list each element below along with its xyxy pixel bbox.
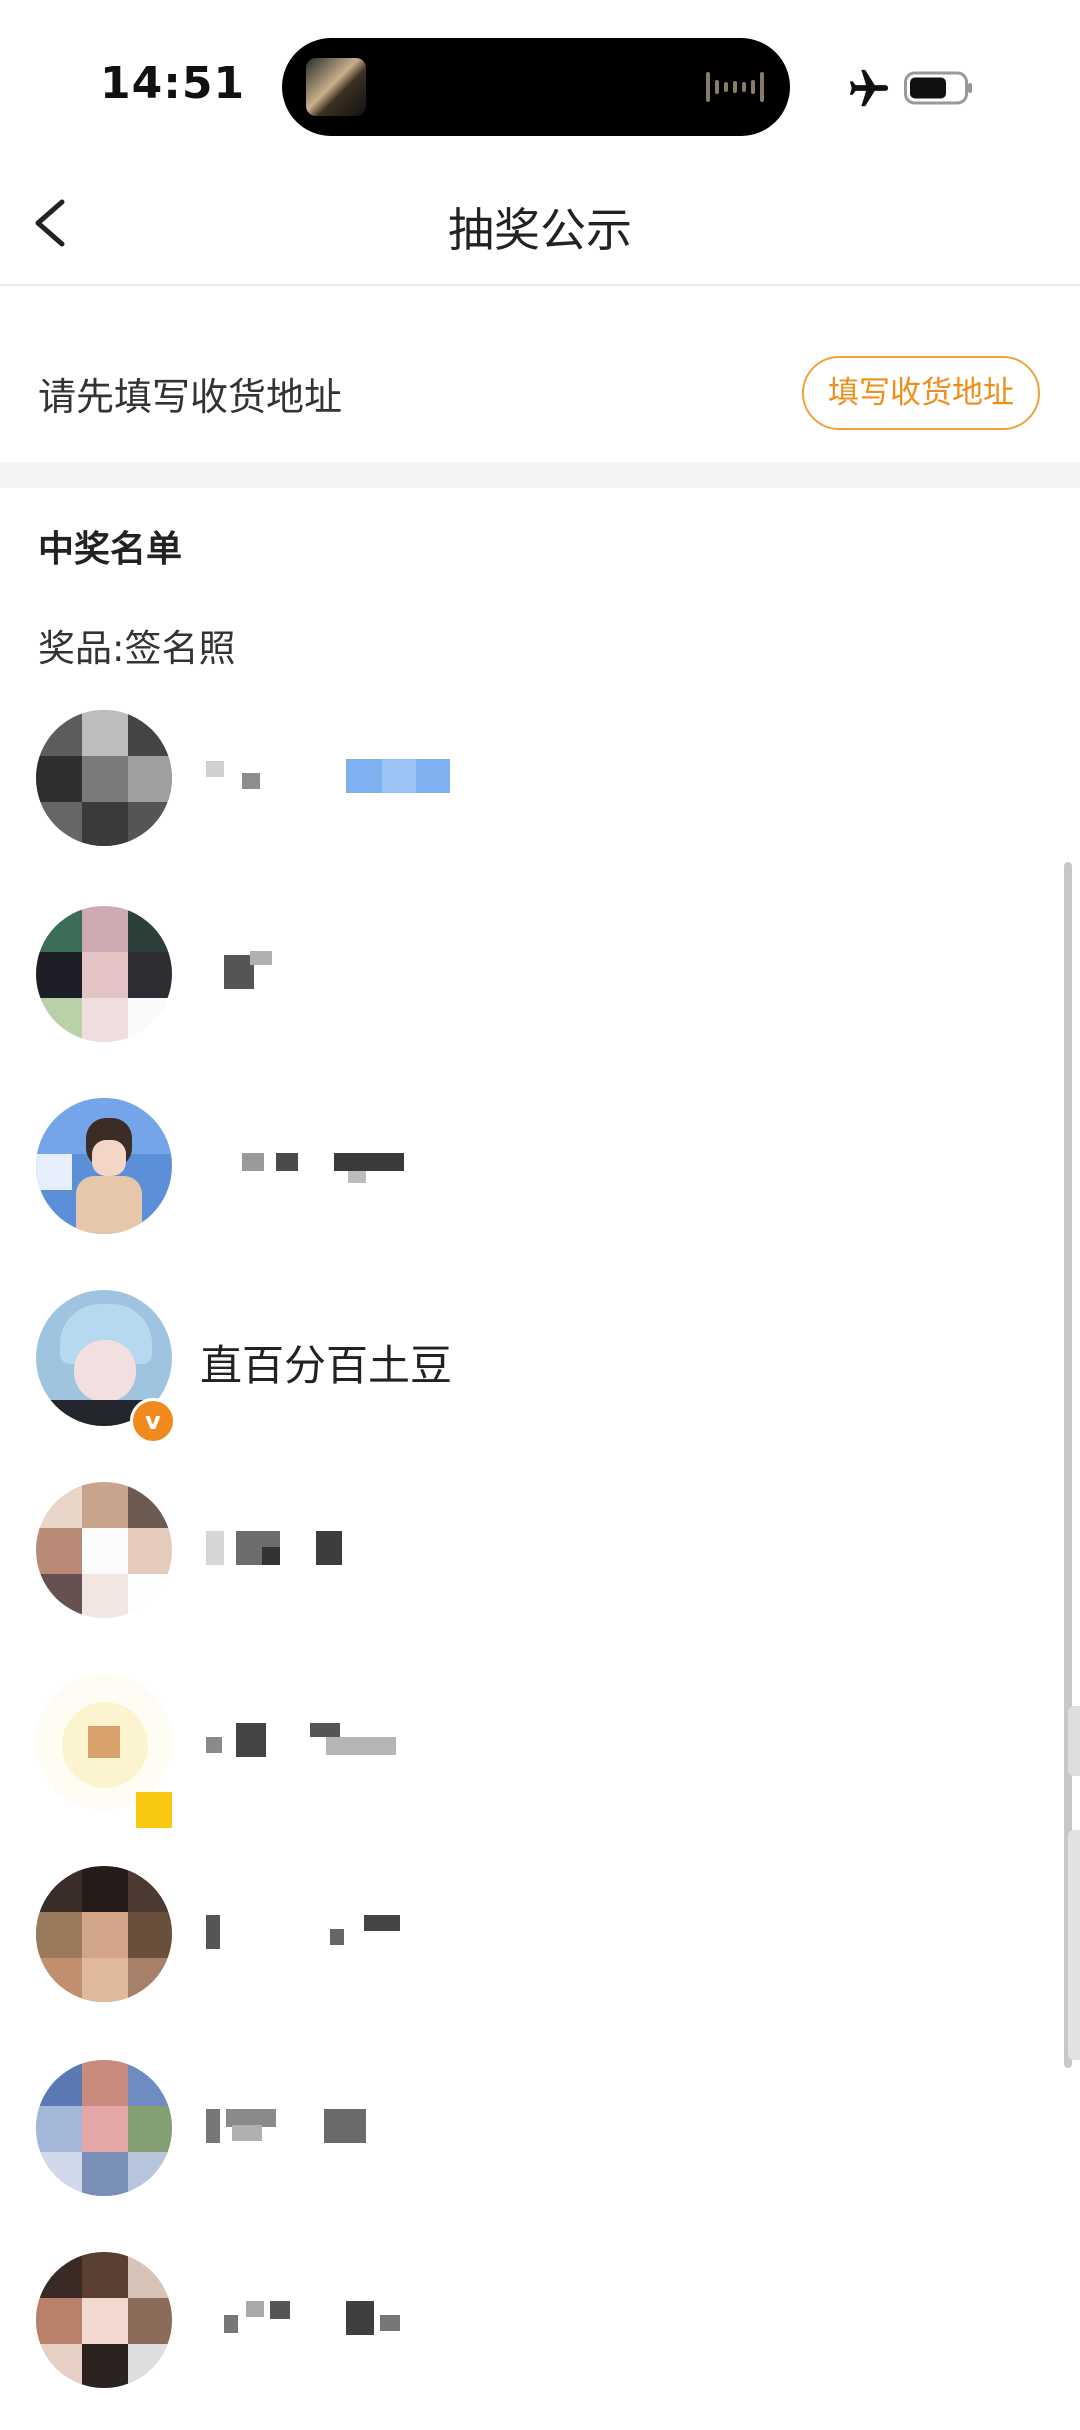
address-prompt: 请先填写收货地址 填写收货地址 bbox=[0, 286, 1080, 462]
status-time: 14:51 bbox=[100, 58, 246, 109]
navigation-bar: 抽奖公示 bbox=[0, 160, 1080, 286]
winner-row[interactable] bbox=[0, 2242, 1080, 2430]
address-tip-text: 请先填写收货地址 bbox=[38, 375, 343, 419]
obscured-username bbox=[206, 755, 566, 795]
avatar[interactable] bbox=[36, 1098, 172, 1234]
winner-row[interactable] bbox=[0, 1472, 1080, 1660]
member-badge bbox=[136, 1792, 172, 1828]
fill-address-button[interactable]: 填写收货地址 bbox=[802, 356, 1040, 430]
winner-row[interactable] bbox=[0, 2050, 1080, 2238]
obscured-username bbox=[206, 1143, 566, 1183]
avatar[interactable] bbox=[36, 2060, 172, 2196]
verified-badge: v bbox=[130, 1398, 176, 1444]
airplane-icon bbox=[849, 69, 889, 107]
obscured-username bbox=[206, 2105, 566, 2145]
winner-row[interactable] bbox=[0, 1664, 1080, 1852]
winner-list-heading: 中奖名单 bbox=[38, 529, 183, 570]
avatar[interactable] bbox=[36, 1674, 172, 1810]
dynamic-island[interactable] bbox=[282, 38, 790, 136]
winner-row[interactable] bbox=[0, 1088, 1080, 1276]
edge-handle bbox=[1068, 1830, 1080, 2060]
winner-row[interactable]: v 直百分百土豆 bbox=[0, 1280, 1080, 1468]
avatar[interactable] bbox=[36, 906, 172, 1042]
section-divider bbox=[0, 462, 1080, 488]
now-playing-artwork bbox=[306, 58, 366, 116]
avatar[interactable] bbox=[36, 710, 172, 846]
obscured-username bbox=[206, 1719, 566, 1759]
avatar[interactable] bbox=[36, 1482, 172, 1618]
audio-waveform-icon bbox=[706, 68, 764, 106]
avatar[interactable] bbox=[36, 2252, 172, 2388]
winner-row[interactable] bbox=[0, 700, 1080, 888]
obscured-username bbox=[206, 951, 566, 991]
obscured-username bbox=[206, 1911, 566, 1951]
prize-label: 奖品:签名照 bbox=[38, 627, 236, 670]
page-title: 抽奖公示 bbox=[448, 203, 632, 257]
status-bar: 14:51 bbox=[0, 0, 1080, 160]
winner-row[interactable] bbox=[0, 896, 1080, 1084]
edge-handle bbox=[1068, 1706, 1080, 1776]
winner-row[interactable] bbox=[0, 1856, 1080, 2044]
obscured-username bbox=[206, 2297, 566, 2337]
obscured-username bbox=[206, 1527, 566, 1567]
battery-icon bbox=[904, 71, 972, 105]
winner-username: 直百分百土豆 bbox=[200, 1341, 453, 1390]
avatar[interactable] bbox=[36, 1866, 172, 2002]
